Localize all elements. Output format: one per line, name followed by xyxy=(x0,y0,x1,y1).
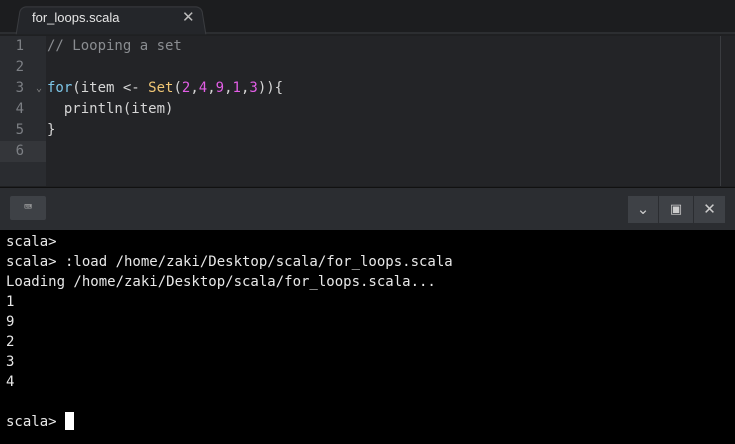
terminal-output[interactable]: scala> scala> :load /home/zaki/Desktop/sc… xyxy=(0,230,735,444)
code-token: ( xyxy=(173,80,182,96)
code-token: } xyxy=(47,122,56,138)
terminal-line: 1 xyxy=(6,294,15,310)
code-token: , xyxy=(207,80,216,96)
line-number: 2 xyxy=(15,59,24,75)
terminal-line: Loading /home/zaki/Desktop/scala/for_loo… xyxy=(6,274,436,290)
code-line: } xyxy=(47,120,720,141)
code-token: )){ xyxy=(257,80,284,96)
code-editor[interactable]: 1 2 3 ⌄ 4 5 6 // Looping a set for(item <- Set(… xyxy=(0,36,735,186)
code-token: 1 xyxy=(232,80,241,96)
terminal-panel-toolbar: ⌨ ⌄ ▣ ✕ xyxy=(0,187,735,230)
code-token: 9 xyxy=(215,80,225,96)
code-area[interactable]: // Looping a set for(item <- Set(2,4,9,1,… xyxy=(47,36,720,162)
tab-bar: for_loops.scala ✕ xyxy=(0,0,735,35)
code-line: // Looping a set xyxy=(47,36,720,57)
code-token: // Looping a set xyxy=(47,38,182,54)
code-token: (item <- xyxy=(72,80,149,96)
code-token: for xyxy=(47,80,73,96)
code-line: for(item <- Set(2,4,9,1,3)){ xyxy=(47,78,720,99)
code-token: Set xyxy=(148,80,174,96)
fold-chevron-icon[interactable]: ⌄ xyxy=(36,78,42,99)
line-number: 6 xyxy=(0,141,46,162)
maximize-panel-button[interactable]: ▣ xyxy=(659,196,693,223)
code-token: , xyxy=(224,80,233,96)
terminal-prompt-line[interactable]: scala> xyxy=(6,412,729,432)
terminal-line: 4 xyxy=(6,374,15,390)
terminal-line: 2 xyxy=(6,334,15,350)
code-token: println(item) xyxy=(47,101,174,117)
line-gutter: 1 2 3 ⌄ 4 5 6 xyxy=(0,36,46,186)
code-line: println(item) xyxy=(47,99,720,120)
line-number: 4 xyxy=(15,101,24,117)
editor-scrollbar[interactable] xyxy=(720,36,735,186)
code-token: , xyxy=(190,80,199,96)
line-number: 1 xyxy=(15,38,24,54)
collapse-panel-button[interactable]: ⌄ xyxy=(628,196,658,223)
tab-title[interactable]: for_loops.scala xyxy=(32,10,119,25)
line-number: 3 ⌄ xyxy=(0,78,46,99)
terminal-line: scala> :load /home/zaki/Desktop/scala/fo… xyxy=(6,254,453,270)
text-cursor xyxy=(65,412,75,430)
terminal-line: scala> xyxy=(6,234,57,250)
close-panel-button[interactable]: ✕ xyxy=(694,196,725,223)
terminal-prompt: scala> xyxy=(6,414,66,430)
tab-close-icon[interactable]: ✕ xyxy=(182,8,195,26)
terminal-line: 9 xyxy=(6,314,15,330)
terminal-line: 3 xyxy=(6,354,15,370)
code-token: 3 xyxy=(249,80,258,96)
code-token: 4 xyxy=(198,80,208,96)
keyboard-icon[interactable]: ⌨ xyxy=(10,196,46,220)
line-number: 5 xyxy=(15,122,24,138)
